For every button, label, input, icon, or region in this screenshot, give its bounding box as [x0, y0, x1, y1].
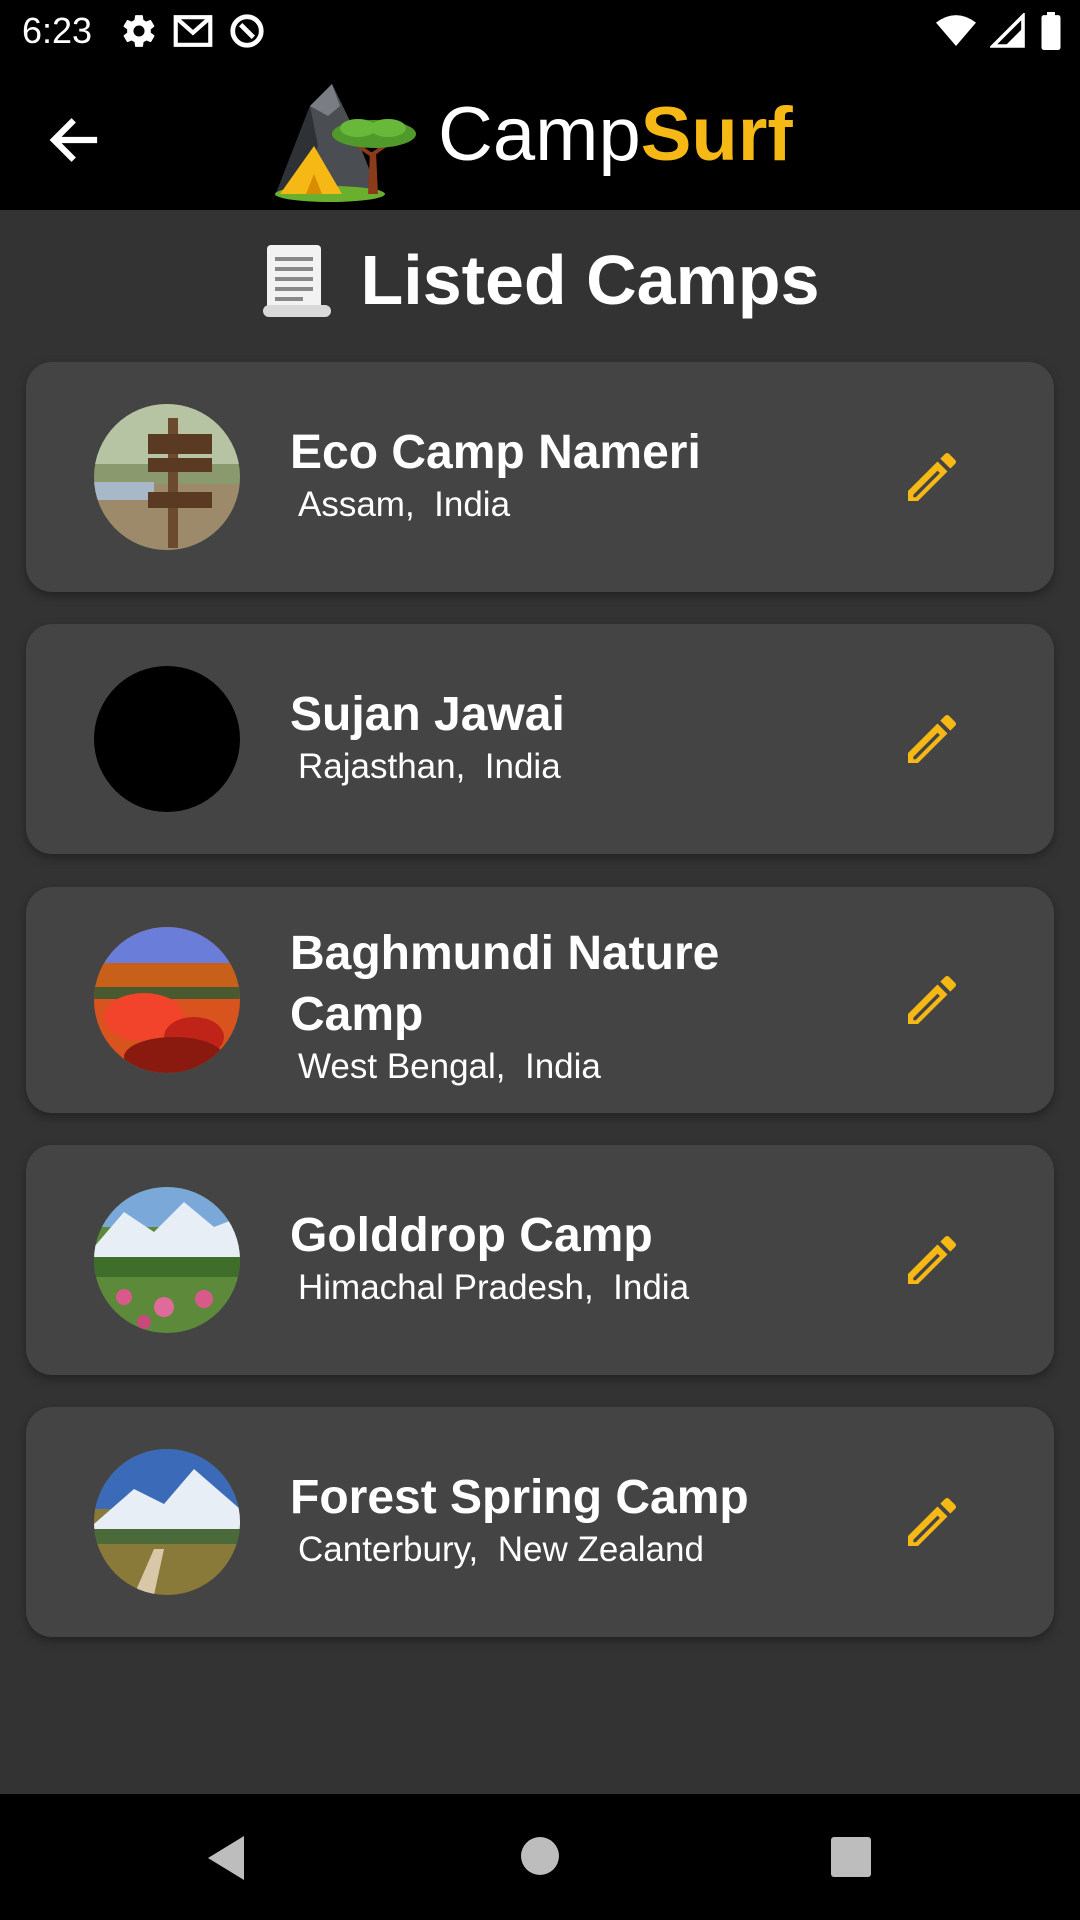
pencil-icon[interactable]: [900, 707, 964, 771]
cell-signal-icon: [990, 13, 1025, 48]
camp-location: West Bengal, India: [298, 1047, 601, 1086]
camp-location: Rajasthan, India: [298, 747, 561, 786]
camp-location: Canterbury, New Zealand: [298, 1530, 704, 1569]
camp-card-text: Forest Spring Camp Canterbury, New Zeala…: [290, 1467, 850, 1572]
app-bar: CampSurf: [0, 62, 1080, 210]
camp-card[interactable]: Eco Camp Nameri Assam, India: [26, 362, 1054, 592]
camp-thumbnail-image: [94, 1187, 240, 1333]
camp-card[interactable]: Golddrop Camp Himachal Pradesh, India: [26, 1145, 1054, 1375]
camp-card-text: Baghmundi Nature Camp West Bengal, India: [290, 923, 850, 1089]
pencil-icon[interactable]: [900, 445, 964, 509]
camp-thumbnail-image: [94, 927, 240, 1073]
page-title: Listed Camps: [360, 241, 820, 319]
status-time: 6:23: [22, 10, 93, 51]
camp-name: Eco Camp Nameri: [290, 426, 701, 479]
wifi-icon: [936, 15, 976, 46]
arrow-back-icon[interactable]: [44, 110, 104, 170]
brand-name-part2: Surf: [640, 91, 793, 177]
camp-name: Forest Spring Camp: [290, 1471, 749, 1524]
camp-name: Golddrop Camp: [290, 1209, 653, 1262]
camp-card[interactable]: Baghmundi Nature Camp West Bengal, India: [26, 887, 1054, 1113]
camp-location: Assam, India: [298, 485, 511, 524]
nav-back-icon[interactable]: [204, 1834, 248, 1882]
nav-recents-icon[interactable]: [831, 1837, 871, 1877]
scroll-icon: [262, 245, 331, 317]
camp-thumbnail-image: [94, 666, 240, 812]
camp-name: Sujan Jawai: [290, 688, 565, 741]
brand-name: CampSurf: [438, 91, 793, 178]
camp-card-text: Golddrop Camp Himachal Pradesh, India: [290, 1205, 850, 1310]
status-bar: 6:23: [0, 0, 1080, 62]
brand-name-part1: Camp: [438, 91, 641, 177]
camp-location: Himachal Pradesh, India: [298, 1268, 690, 1307]
page-heading: Listed Camps: [0, 230, 1080, 330]
nav-home-icon[interactable]: [520, 1836, 560, 1876]
pencil-icon[interactable]: [900, 968, 964, 1032]
system-nav-bar: [0, 1794, 1080, 1920]
pencil-icon[interactable]: [900, 1490, 964, 1554]
camp-card-text: Eco Camp Nameri Assam, India: [290, 422, 850, 527]
camp-card-text: Sujan Jawai Rajasthan, India: [290, 684, 850, 789]
pencil-icon[interactable]: [900, 1228, 964, 1292]
camp-name: Baghmundi Nature Camp: [290, 927, 720, 1041]
data-saver-icon: [230, 14, 264, 48]
camp-card[interactable]: Forest Spring Camp Canterbury, New Zeala…: [26, 1407, 1054, 1637]
campsurf-logo-icon: [275, 84, 416, 202]
settings-icon: [123, 15, 155, 47]
battery-icon: [1041, 12, 1061, 50]
camp-card[interactable]: Sujan Jawai Rajasthan, India: [26, 624, 1054, 854]
brand: CampSurf: [270, 64, 793, 204]
camp-thumbnail-image: [94, 1449, 240, 1595]
gmail-icon: [173, 15, 213, 47]
camp-thumbnail-image: [94, 404, 240, 550]
